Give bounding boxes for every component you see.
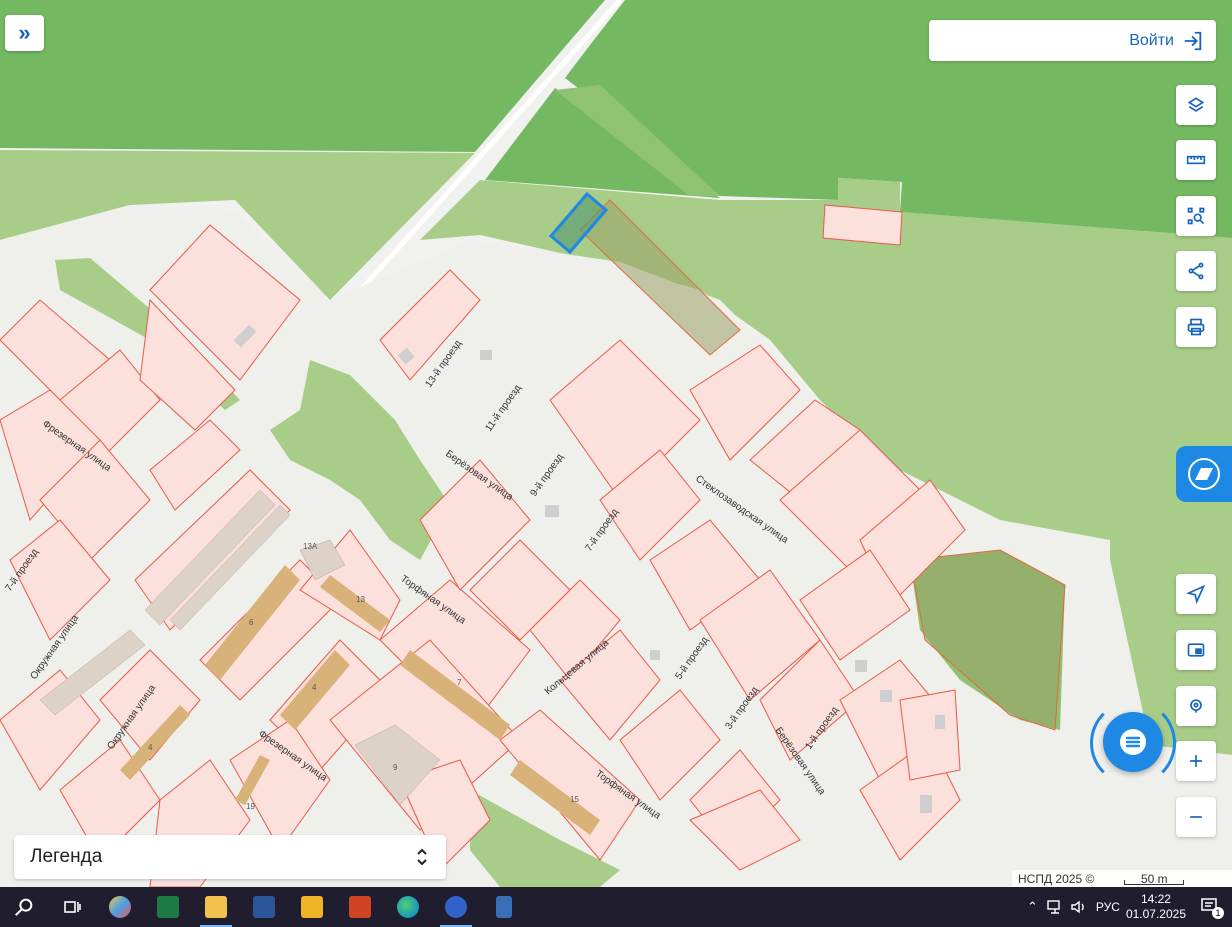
attribution-text: НСПД 2025 © [1018,871,1095,886]
expand-panel-button[interactable]: » [5,15,44,51]
print-icon [1187,318,1205,336]
cadastral-map[interactable]: 13-й проезд 11-й проезд 9-й проезд 7-й п… [0,0,1232,887]
calculator-icon [496,896,512,918]
notifications-button[interactable]: 1 [1200,896,1224,919]
zoom-out-button[interactable] [1176,797,1216,837]
system-tray: ⌃ РУС 14:22 01.07.2025 1 [1027,887,1232,927]
side-panel-tab[interactable] [1176,446,1232,502]
minimap-button[interactable] [1176,630,1216,670]
folder-icon [205,896,227,918]
select-area-icon [1187,207,1205,225]
building-number: 4 [312,683,317,692]
yandex-browser-icon [445,896,467,918]
building-number: 7 [457,678,462,687]
taskbar-app-explorer[interactable] [192,887,240,927]
share-icon [1188,262,1204,280]
locate-button[interactable] [1176,574,1216,614]
plus-icon [1190,755,1202,767]
building-number: 15 [570,795,579,804]
taskbar-app-edge[interactable] [384,887,432,927]
building-number: 6 [249,618,254,627]
select-area-button[interactable] [1176,196,1216,236]
network-icon[interactable] [1046,899,1064,915]
print-button[interactable] [1176,307,1216,347]
task-view-button[interactable] [48,887,96,927]
share-button[interactable] [1176,251,1216,291]
mail-icon [301,896,323,918]
navigation-arrow-icon [1186,584,1206,604]
login-button[interactable]: Войти [929,20,1216,61]
location-pin-icon [1190,699,1202,713]
volume-icon[interactable] [1070,899,1088,915]
taskbar-app-yandex[interactable] [432,887,480,927]
chat-icon [1120,729,1146,755]
map-card-icon [1188,458,1220,490]
legend-label: Легенда [30,846,103,867]
word-icon [253,896,275,918]
minus-icon [1190,816,1202,818]
notification-count-badge: 1 [1212,907,1224,919]
edge-icon [397,896,419,918]
clock[interactable]: 14:22 01.07.2025 [1126,892,1186,922]
building-number: 13 [356,595,365,604]
language-indicator[interactable]: РУС [1096,900,1120,914]
chevron-double-right-icon: » [18,20,31,45]
taskbar-app-paint[interactable] [96,887,144,927]
chat-button[interactable] [1103,712,1163,772]
excel-icon [157,896,179,918]
taskbar-app-mail[interactable] [288,887,336,927]
clock-date: 01.07.2025 [1125,907,1186,921]
taskbar-app-excel[interactable] [144,887,192,927]
building-number: 4 [148,743,153,752]
paint-icon [109,896,131,918]
measure-button[interactable] [1176,140,1216,180]
scale-bar: 50 m [1124,872,1185,886]
login-label: Войти [1129,31,1174,49]
layers-icon [1187,97,1205,112]
layers-button[interactable] [1176,85,1216,125]
zoom-in-button[interactable] [1176,741,1216,781]
ruler-icon [1186,155,1206,165]
building-number: 13А [303,542,318,551]
chevron-updown-icon [417,848,427,866]
taskbar-app-calculator[interactable] [480,887,528,927]
taskbar-app-word[interactable] [240,887,288,927]
building-number: 9 [393,763,398,772]
minimap-icon [1187,643,1205,657]
chevron-up-icon[interactable]: ⌃ [1027,899,1038,915]
login-icon [1184,31,1202,50]
task-view-icon [64,901,81,913]
powerpoint-icon [349,896,371,918]
map-attribution: НСПД 2025 © 50 m [1012,870,1232,887]
taskbar: ⌃ РУС 14:22 01.07.2025 1 [0,887,1232,927]
taskbar-app-powerpoint[interactable] [336,887,384,927]
search-taskbar-button[interactable] [0,887,48,927]
clock-time: 14:22 [1140,892,1171,906]
search-icon [15,898,33,916]
legend-panel[interactable]: Легенда [14,835,446,879]
building-number: 19 [246,802,255,811]
geolocation-button[interactable] [1176,686,1216,726]
